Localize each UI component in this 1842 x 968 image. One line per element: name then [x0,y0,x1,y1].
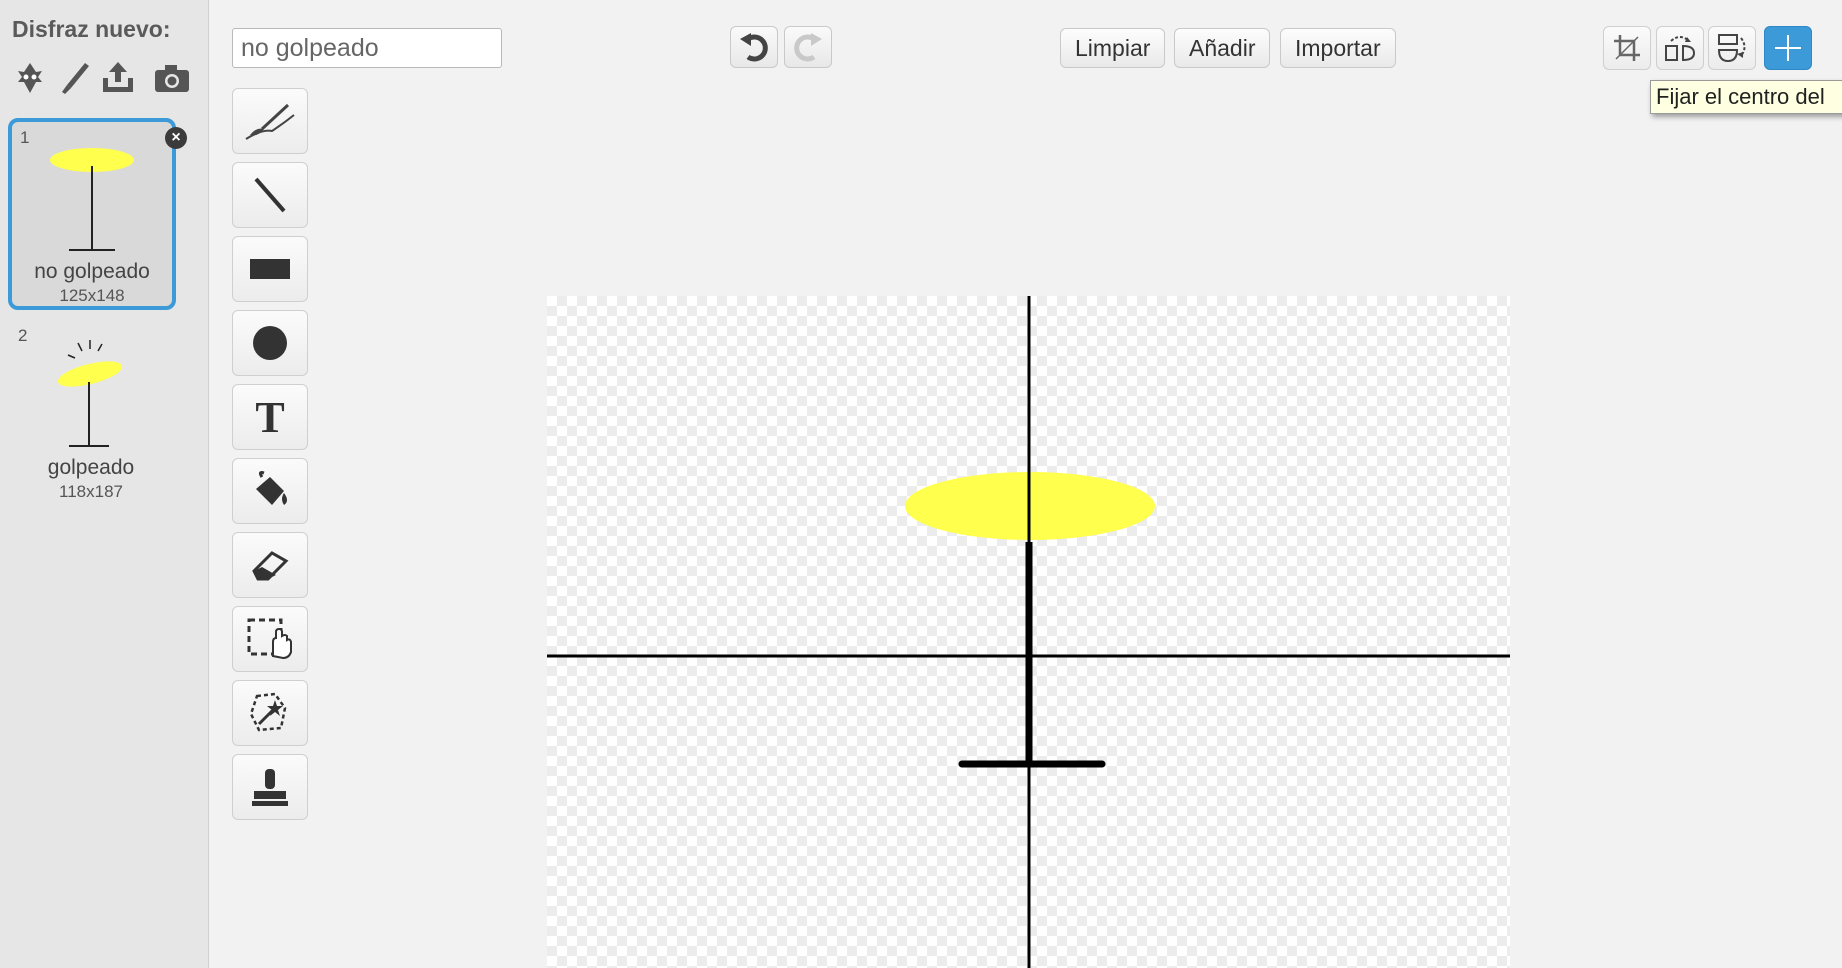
fill-tool[interactable] [232,458,308,524]
stamp-icon [252,769,288,806]
import-button[interactable]: Importar [1280,28,1396,68]
flip-vertical-icon [1717,34,1746,63]
reshape-select-icon [249,692,287,732]
select-tool[interactable] [232,606,308,672]
set-center-button[interactable] [1764,26,1812,70]
brush-icon [245,103,295,140]
costume-item-1[interactable]: 1 no golpeado 125x148 [8,118,176,310]
fill-icon [256,471,287,505]
costume-size: 125x148 [59,286,125,305]
clear-button[interactable]: Limpiar [1060,28,1166,68]
costume-sidebar: Disfraz nuevo: 1 no golpeado 125x148 × 2… [0,0,209,968]
camera-icon[interactable] [152,56,192,100]
flip-horizontal-icon [1665,36,1696,62]
undo-icon [740,33,768,62]
reshape-select-tool[interactable] [232,680,308,746]
flip-horizontal-button[interactable] [1656,26,1704,70]
eraser-icon [252,551,289,581]
costume-name: no golpeado [34,260,150,283]
redo-icon [794,33,822,62]
stamp-tool[interactable] [232,754,308,820]
line-tool[interactable] [232,162,308,228]
costume-drawing [547,296,1510,968]
delete-costume-button[interactable]: × [165,127,187,149]
eraser-tool[interactable] [232,532,308,598]
rectangle-icon [250,259,290,279]
select-icon [247,618,292,660]
text-icon: T [255,392,285,442]
line-icon [254,177,286,213]
costume-size: 118x187 [59,482,123,501]
upload-icon[interactable] [98,56,138,100]
paint-canvas[interactable] [547,296,1510,968]
flip-vertical-button[interactable] [1708,26,1756,70]
ellipse-icon [253,326,287,360]
redo-button[interactable] [784,26,832,68]
set-center-tooltip: Fijar el centro del [1650,80,1842,114]
ellipse-tool[interactable] [232,310,308,376]
rectangle-tool[interactable] [232,236,308,302]
costume-item-2[interactable]: 2 golpeado 118x187 [10,318,172,502]
brush-tool[interactable] [232,88,308,154]
text-tool[interactable]: T [232,384,308,450]
sprite-library-icon[interactable] [10,56,50,100]
costume-name: golpeado [47,456,135,479]
set-center-icon [1775,35,1801,61]
add-button[interactable]: Añadir [1174,28,1271,68]
crop-icon [1614,35,1640,61]
undo-button[interactable] [730,26,778,68]
crop-button[interactable] [1603,26,1651,70]
paint-brush-icon[interactable] [55,56,95,100]
new-costume-label: Disfraz nuevo: [12,16,171,42]
costume-name-input[interactable] [232,28,502,68]
